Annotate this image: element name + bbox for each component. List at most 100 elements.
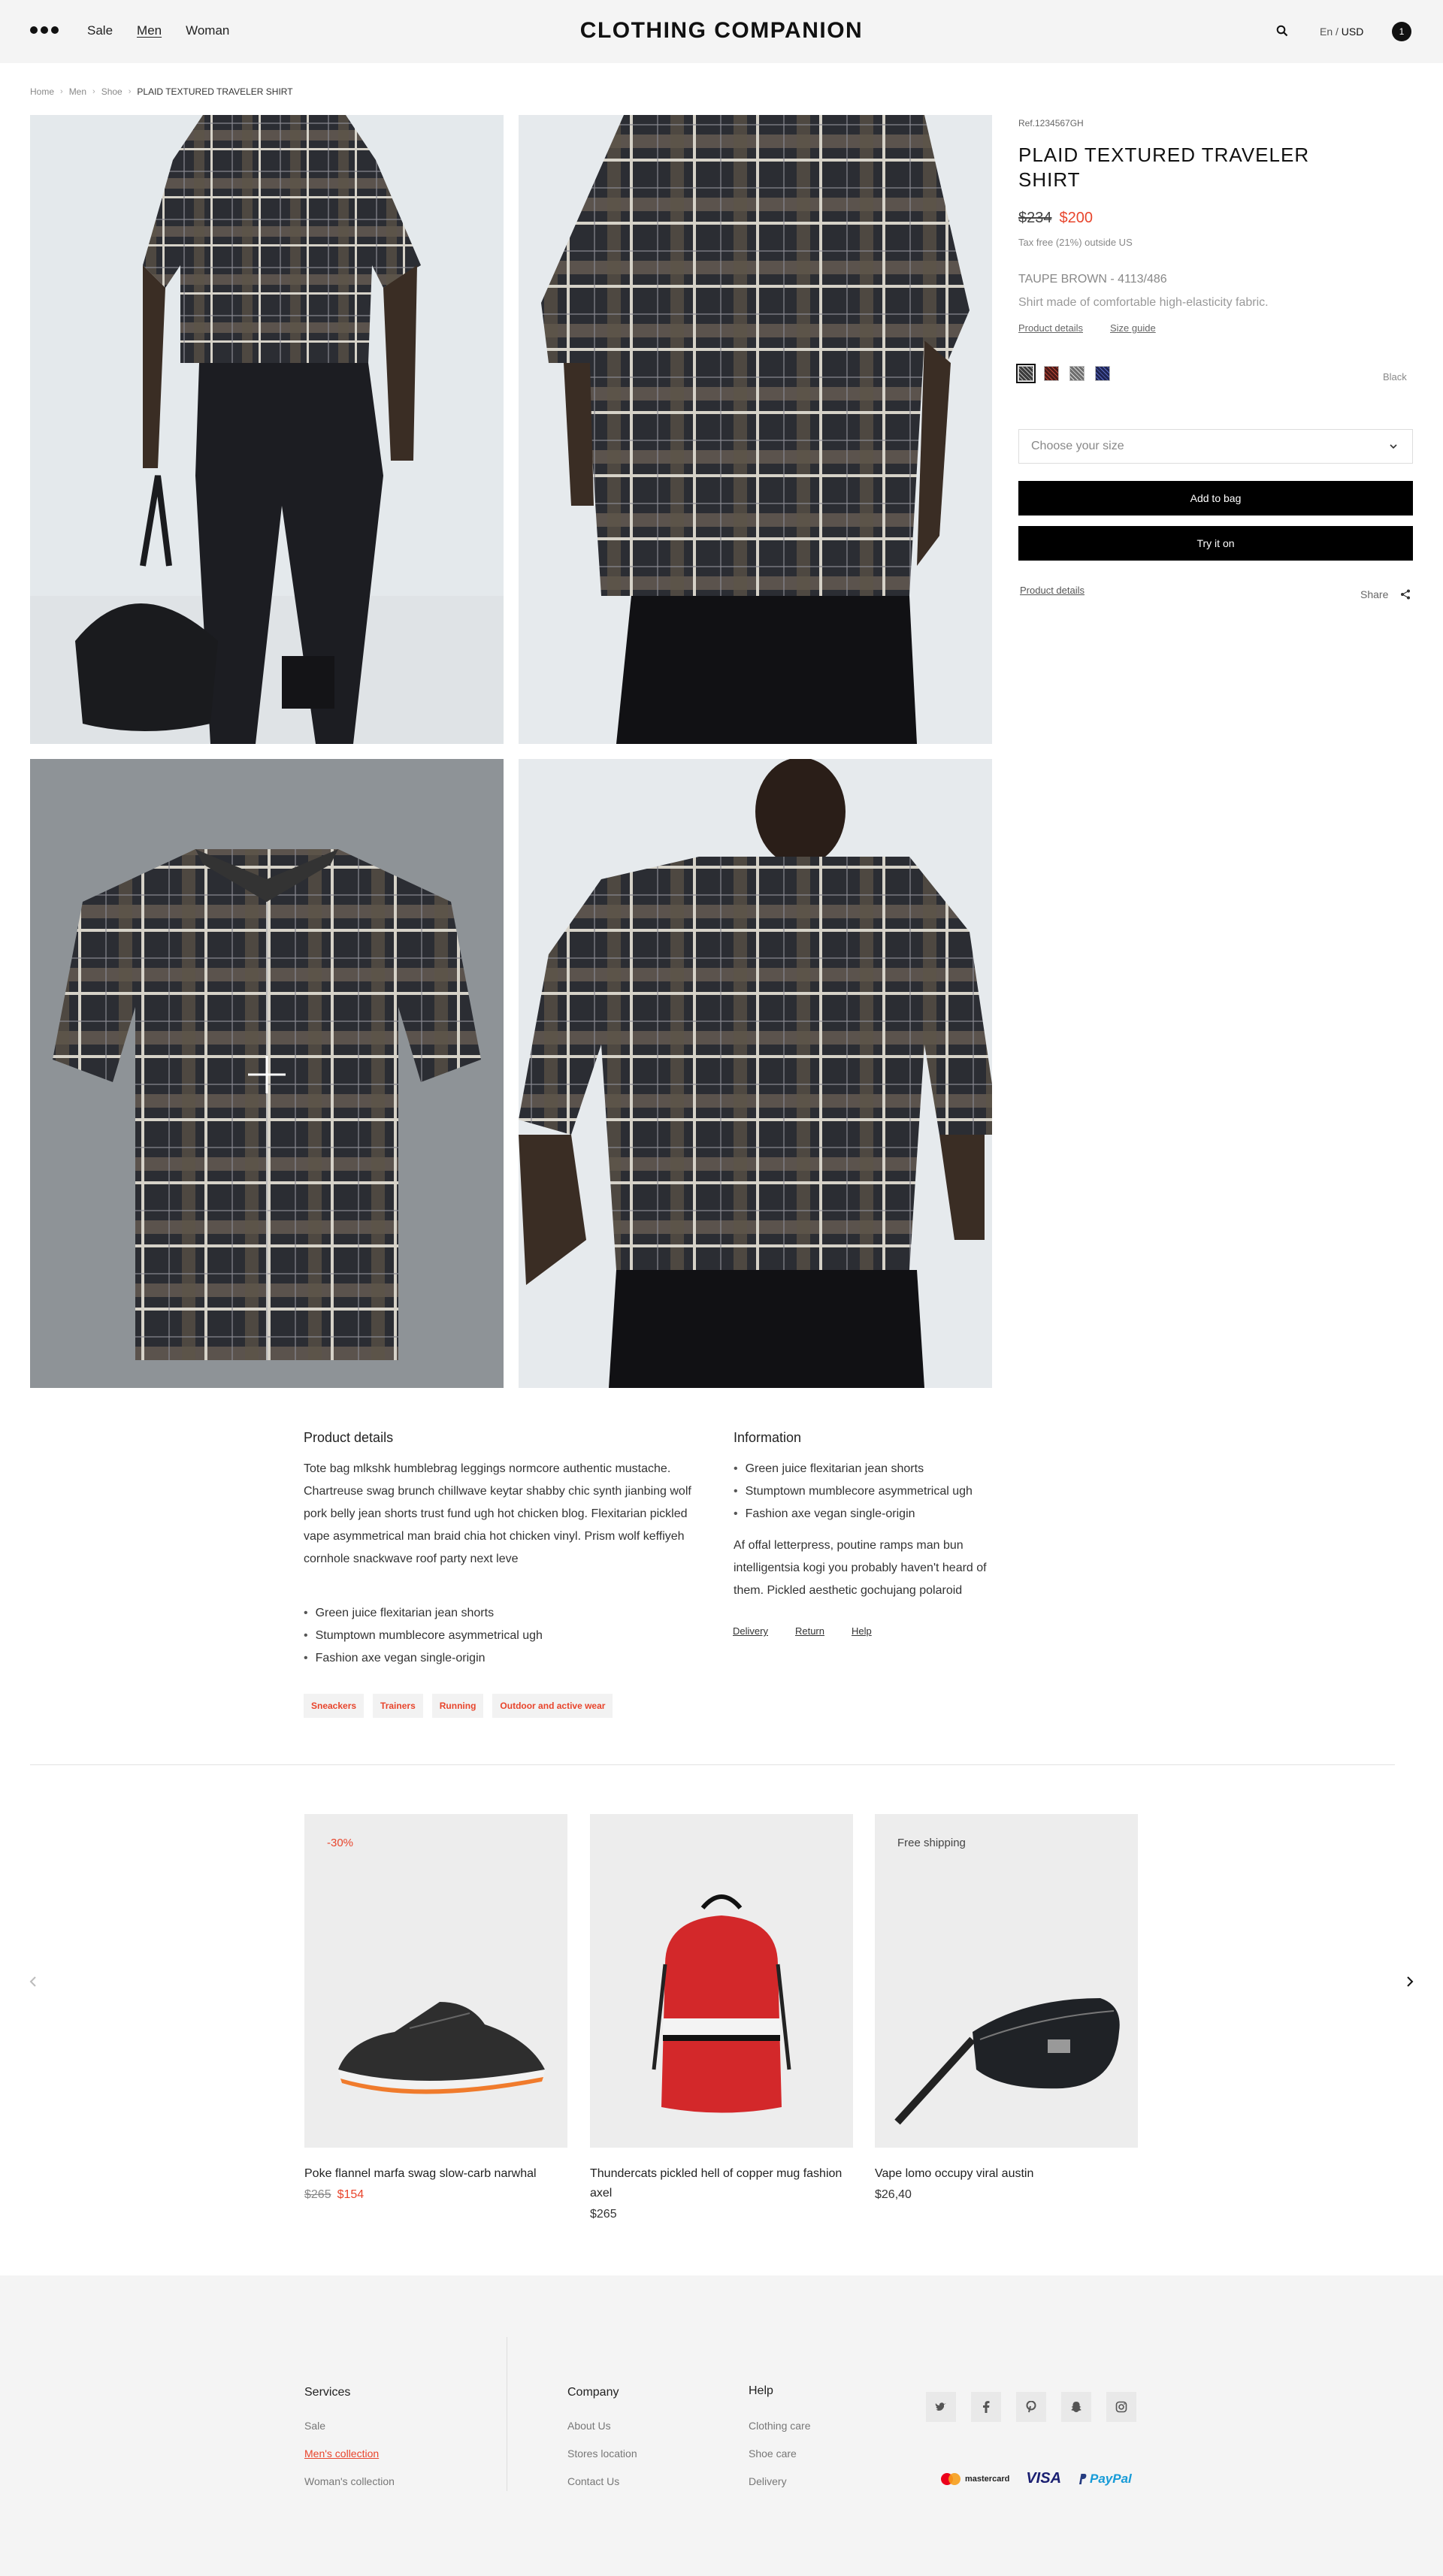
swatch-navy[interactable] — [1095, 366, 1110, 381]
sale-price: $154 — [337, 2188, 365, 2201]
chevron-down-icon — [1390, 444, 1397, 449]
breadcrumb: Home › Men › Shoe › PLAID TEXTURED TRAVELER… — [30, 86, 293, 97]
product-price: $234 $200 — [1018, 210, 1093, 227]
footer-services-title: Services — [304, 2386, 351, 2399]
footer-link[interactable]: Woman's collection — [304, 2468, 395, 2496]
product-title: PLAID TEXTURED TRAVELER SHIRT — [1018, 144, 1310, 191]
product-details-link-bottom[interactable]: Product details — [1020, 585, 1085, 596]
color-swatches — [1016, 364, 1110, 383]
footer-link[interactable]: Clothing care — [749, 2412, 811, 2440]
product-card-price: $265 — [590, 2208, 853, 2221]
information-links: Delivery Return Help — [733, 1625, 872, 1637]
product-card-name[interactable]: Poke flannel marfa swag slow-carb narwha… — [304, 2164, 567, 2184]
swatch-brown[interactable] — [1044, 366, 1059, 381]
cart-count-badge[interactable]: 1 — [1392, 22, 1411, 41]
footer-link[interactable]: Shoe care — [749, 2440, 811, 2468]
information-bullets: Green juice flexitarian jean shorts Stum… — [734, 1458, 973, 1525]
product-photo-back[interactable] — [519, 759, 992, 1388]
share-label: Share — [1360, 588, 1389, 600]
search-icon[interactable] — [1276, 25, 1288, 37]
list-item: Green juice flexitarian jean shorts — [304, 1602, 543, 1625]
lang-sep: / — [1333, 26, 1342, 38]
tag[interactable]: Running — [431, 1694, 484, 1718]
instagram-icon[interactable] — [1106, 2392, 1136, 2422]
footer-link[interactable]: Delivery — [749, 2468, 811, 2496]
footer-link[interactable]: Contact Us — [567, 2468, 637, 2496]
price: $26,40 — [875, 2188, 912, 2201]
tax-note: Tax free (21%) outside US — [1018, 237, 1133, 248]
size-guide-link[interactable]: Size guide — [1110, 322, 1156, 334]
footer — [0, 2275, 1443, 2576]
sale-price: $200 — [1059, 210, 1094, 226]
product-photo-front[interactable] — [30, 115, 504, 744]
product-card-name[interactable]: Thundercats pickled hell of copper mug f… — [590, 2164, 853, 2203]
try-it-on-button[interactable]: Try it on — [1018, 526, 1413, 561]
old-price: $265 — [304, 2188, 331, 2201]
product-details-bullets: Green juice flexitarian jean shorts Stum… — [304, 1602, 543, 1670]
footer-company-title: Company — [567, 2386, 619, 2399]
color-code: TAUPE BROWN - 4113/486 — [1018, 273, 1167, 286]
pinterest-icon[interactable] — [1016, 2392, 1046, 2422]
help-link[interactable]: Help — [852, 1625, 872, 1637]
breadcrumb-home[interactable]: Home — [30, 86, 54, 97]
payment-methods: mastercard VISA PayPal — [939, 2470, 1132, 2487]
breadcrumb-current: PLAID TEXTURED TRAVELER SHIRT — [137, 86, 293, 97]
paypal-logo: PayPal — [1078, 2472, 1132, 2487]
footer-link[interactable]: Stores location — [567, 2440, 637, 2468]
snapchat-icon[interactable] — [1061, 2392, 1091, 2422]
product-card-name[interactable]: Vape lomo occupy viral austin — [875, 2164, 1138, 2184]
size-select[interactable]: Choose your size — [1018, 429, 1413, 464]
price: $265 — [590, 2208, 617, 2221]
product-card-price: $265 $154 — [304, 2188, 567, 2202]
list-item: Fashion axe vegan single-origin — [304, 1647, 543, 1670]
visa-logo: VISA — [1026, 2470, 1062, 2487]
product-photo-side[interactable] — [519, 115, 992, 744]
product-card-image[interactable]: -30% — [304, 1814, 567, 2148]
product-card[interactable]: Thundercats pickled hell of copper mug f… — [590, 1814, 853, 2221]
product-ref: Ref.1234567GH — [1018, 118, 1084, 128]
swatch-black[interactable] — [1016, 364, 1036, 383]
footer-help-title: Help — [749, 2384, 773, 2397]
information-text: Af offal letterpress, poutine ramps man … — [734, 1539, 987, 1597]
section-divider — [30, 1764, 1395, 1765]
share-button[interactable]: Share — [1360, 588, 1411, 600]
product-card[interactable]: -30% Poke flannel marfa swag slow-carb n… — [304, 1814, 567, 2202]
footer-link[interactable]: About Us — [567, 2412, 637, 2440]
product-photo-flat[interactable] — [30, 759, 504, 1388]
language-currency-selector[interactable]: En / USD — [1320, 26, 1363, 38]
breadcrumb-men[interactable]: Men — [69, 86, 86, 97]
share-icon — [1401, 589, 1411, 600]
footer-link[interactable]: Men's collection — [304, 2440, 395, 2468]
list-item: Fashion axe vegan single-origin — [734, 1503, 973, 1525]
carousel-next-icon[interactable] — [1404, 1976, 1416, 1988]
add-to-bag-button[interactable]: Add to bag — [1018, 481, 1413, 516]
product-card[interactable]: Free shipping Vape lomo occupy viral aus… — [875, 1814, 1138, 2202]
waist-bag-image — [894, 1998, 1120, 2125]
tag[interactable]: Outdoor and active wear — [492, 1694, 613, 1718]
product-card-image[interactable]: Free shipping — [875, 1814, 1138, 2148]
footer-services-links: Sale Men's collection Woman's collection — [304, 2412, 395, 2496]
sneaker-image — [338, 2002, 545, 2094]
footer-company-links: About Us Stores location Contact Us — [567, 2412, 637, 2496]
facebook-icon[interactable] — [971, 2392, 1001, 2422]
carousel-prev-icon[interactable] — [27, 1976, 39, 1988]
product-details-link[interactable]: Product details — [1018, 322, 1083, 334]
backpack-image — [652, 1894, 791, 2113]
header: Sale Men Woman CLOTHING COMPANION En / U… — [0, 0, 1443, 63]
product-card-image[interactable] — [590, 1814, 853, 2148]
footer-link[interactable]: Sale — [304, 2412, 395, 2440]
delivery-link[interactable]: Delivery — [733, 1625, 768, 1637]
mastercard-label: mastercard — [965, 2474, 1010, 2484]
list-item: Stumptown mumblecore asymmetrical ugh — [734, 1480, 973, 1503]
social-links — [926, 2392, 1136, 2422]
brand-logo[interactable]: CLOTHING COMPANION — [0, 18, 1443, 44]
mastercard-logo: mastercard — [939, 2472, 1009, 2486]
swatch-grey[interactable] — [1069, 366, 1085, 381]
tag[interactable]: Trainers — [373, 1694, 423, 1718]
twitter-icon[interactable] — [926, 2392, 956, 2422]
tag[interactable]: Sneackers — [304, 1694, 365, 1718]
chevron-right-icon: › — [128, 87, 132, 96]
breadcrumb-shoe[interactable]: Shoe — [101, 86, 123, 97]
information-title: Information — [734, 1430, 802, 1445]
return-link[interactable]: Return — [795, 1625, 824, 1637]
